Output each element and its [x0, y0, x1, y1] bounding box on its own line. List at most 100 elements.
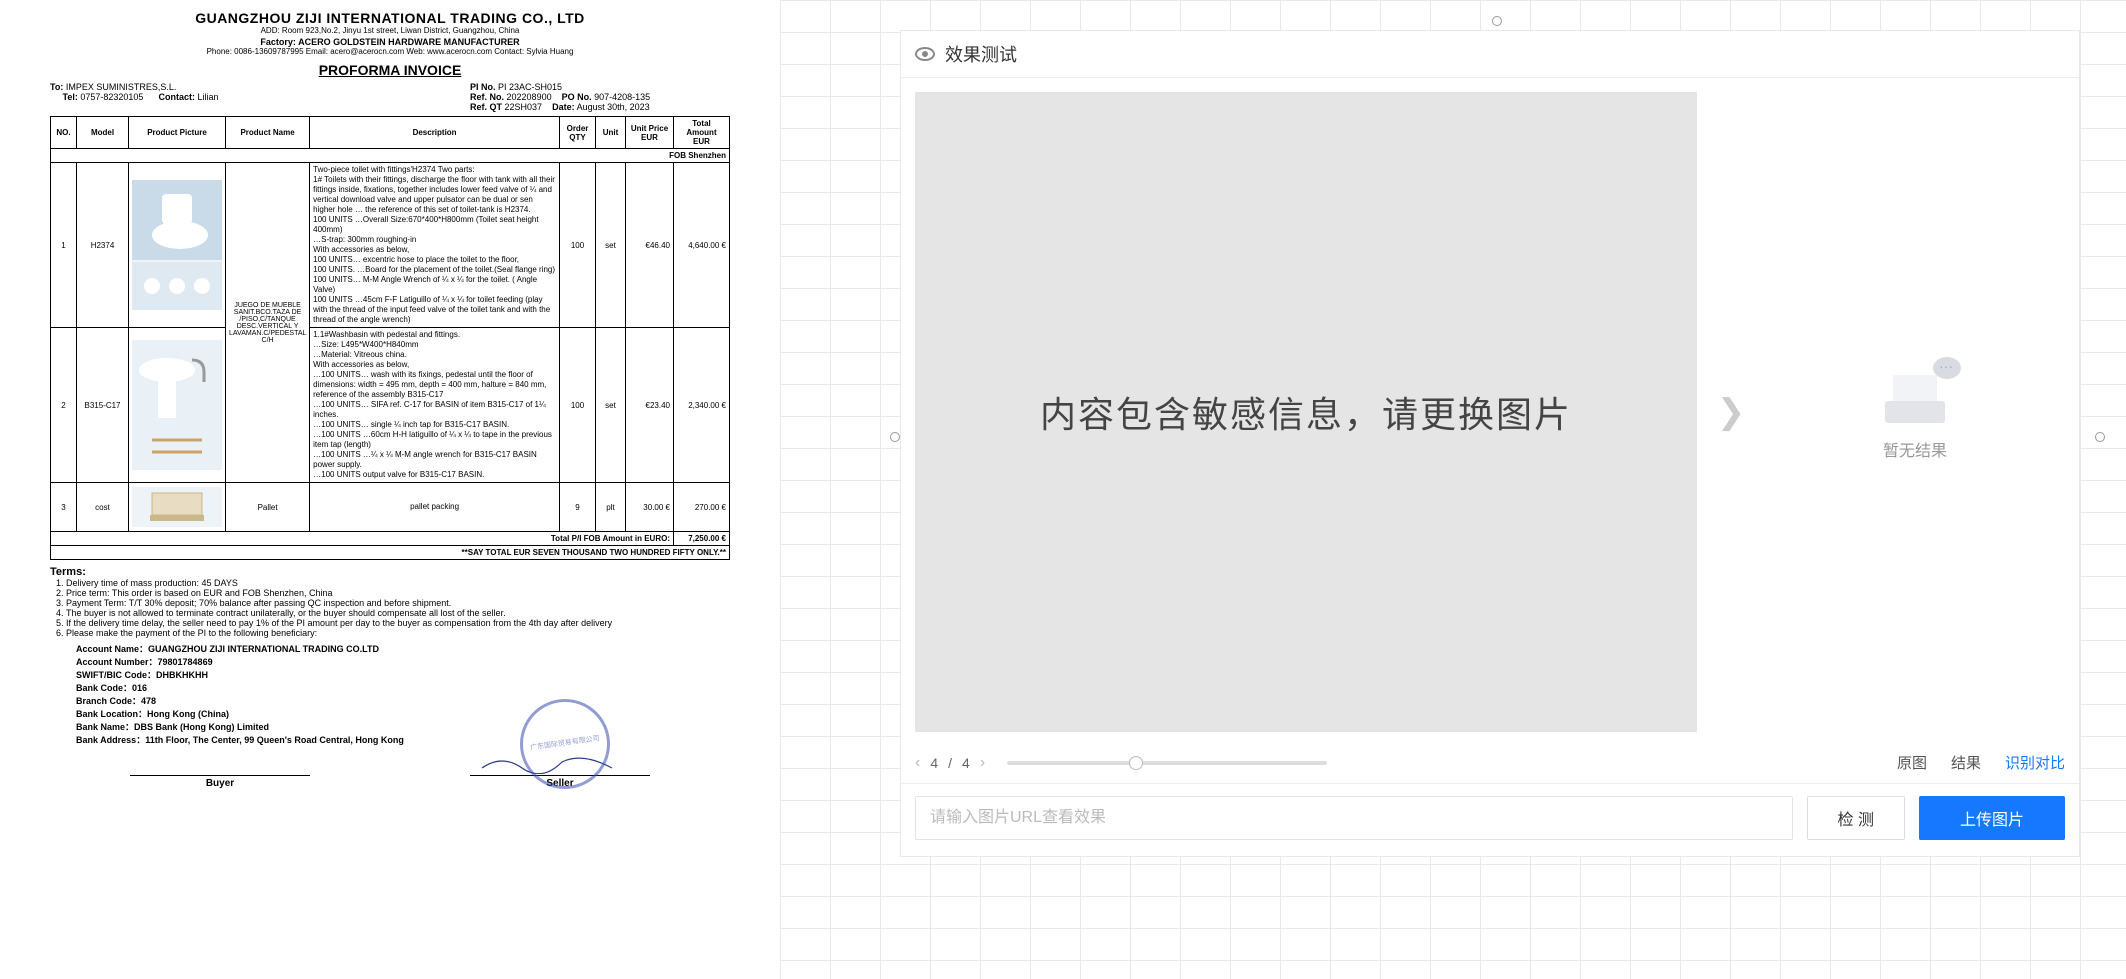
product-image-toilet — [132, 180, 222, 310]
cell-model: B315-C17 — [77, 328, 129, 483]
cell-amount: 2,340.00 € — [674, 328, 730, 483]
th-amount: Total Amount EUR — [674, 117, 730, 149]
bank-label: Bank Code： — [76, 683, 132, 693]
cell-model: cost — [77, 483, 129, 532]
tel-label: Tel: — [63, 92, 78, 102]
term-item: Delivery time of mass production: 45 DAY… — [66, 578, 730, 588]
cell-pic — [129, 163, 226, 328]
cell-amount: 270.00 € — [674, 483, 730, 532]
bank-value: DHBKHKHH — [156, 670, 208, 680]
page-next-icon[interactable]: › — [980, 754, 985, 772]
cell-no: 3 — [51, 483, 77, 532]
cell-desc: 1.1#Washbasin with pedestal and fittings… — [310, 328, 560, 483]
pi-no-label: PI No. — [470, 82, 496, 92]
term-item: If the delivery time delay, the seller n… — [66, 618, 730, 628]
th-price: Unit Price EUR — [626, 117, 674, 149]
table-row: 3 cost Pallet pallet packing 9 plt 30.00… — [51, 483, 730, 532]
cell-desc: Two-piece toilet with fittings'H2374 Two… — [310, 163, 560, 328]
pi-no-value: PI 23AC-SH015 — [498, 82, 562, 92]
th-desc: Description — [310, 117, 560, 149]
bank-label: Account Name： — [76, 644, 148, 654]
term-item: Please make the payment of the PI to the… — [66, 628, 730, 638]
total-value: 7,250.00 € — [674, 532, 730, 546]
term-item: The buyer is not allowed to terminate co… — [66, 608, 730, 618]
cell-pic — [129, 483, 226, 532]
cell-price: 30.00 € — [626, 483, 674, 532]
page-total: 4 — [962, 755, 970, 771]
detect-button[interactable]: 检 测 — [1807, 796, 1905, 840]
next-arrow-icon[interactable]: ❯ — [1711, 92, 1751, 732]
cell-price: €23.40 — [626, 328, 674, 483]
canvas-handle[interactable] — [890, 432, 900, 442]
invoice-table: NO. Model Product Picture Product Name D… — [50, 116, 730, 560]
th-qty: Order QTY — [560, 117, 596, 149]
cell-amount: 4,640.00 € — [674, 163, 730, 328]
image-url-input[interactable] — [915, 796, 1793, 840]
preview-message: 内容包含敏感信息，请更换图片 — [1040, 386, 1572, 438]
buyer-label: Buyer — [206, 778, 234, 789]
th-name: Product Name — [226, 117, 310, 149]
bank-value: 79801784869 — [158, 657, 213, 667]
bank-label: Account Number： — [76, 657, 158, 667]
tel-value: 0757-82320105 — [80, 92, 143, 102]
cell-qty: 100 — [560, 163, 596, 328]
bank-value: 478 — [141, 696, 156, 706]
th-model: Model — [77, 117, 129, 149]
bank-label: Bank Address： — [76, 735, 145, 745]
company-address: ADD: Room 923,No.2, Jinyu 1st street, Li… — [50, 26, 730, 35]
to-label: To: — [50, 82, 63, 92]
terms-header: Terms: — [50, 566, 730, 578]
to-value: IMPEX SUMINISTRES,S.L. — [66, 82, 177, 92]
canvas-handle[interactable] — [1492, 16, 1502, 26]
page-current: 4 — [930, 755, 938, 771]
buyer-signature: Buyer — [130, 752, 310, 789]
cell-no: 1 — [51, 163, 77, 328]
no-result-text: 暂无结果 — [1883, 437, 1947, 461]
th-no: NO. — [51, 117, 77, 149]
contact-value: Lilian — [197, 92, 218, 102]
table-row: 1 H2374 JUEGO DE MUEBLE SANIT.BCO.TAZA D… — [51, 163, 730, 328]
cell-name: Pallet — [226, 483, 310, 532]
bank-value: DBS Bank (Hong Kong) Limited — [134, 722, 269, 732]
ref-qt-label: Ref. QT — [470, 102, 502, 112]
cell-no: 2 — [51, 328, 77, 483]
th-unit: Unit — [596, 117, 626, 149]
effect-test-panel: 效果测试 内容包含敏感信息，请更换图片 ❯ 暂无结果 ‹ 4 / 4 › 原图 … — [900, 30, 2080, 857]
page-sep: / — [948, 755, 952, 771]
company-name: GUANGZHOU ZIJI INTERNATIONAL TRADING CO.… — [50, 10, 730, 26]
cell-qty: 9 — [560, 483, 596, 532]
eye-icon — [915, 47, 935, 61]
product-image-pallet — [132, 487, 222, 527]
ref-qt-value: 22SH037 — [505, 102, 543, 112]
fob-line: FOB Shenzhen — [51, 149, 730, 163]
empty-result-icon — [1875, 363, 1955, 423]
bank-label: SWIFT/BIC Code： — [76, 670, 156, 680]
tab-original[interactable]: 原图 — [1897, 752, 1927, 773]
cell-price: €46.40 — [626, 163, 674, 328]
total-words: **SAY TOTAL EUR SEVEN THOUSAND TWO HUNDR… — [51, 546, 730, 560]
tab-compare[interactable]: 识别对比 — [2005, 752, 2065, 773]
date-value: August 30th, 2023 — [577, 102, 650, 112]
po-no-value: 907-4208-135 — [594, 92, 650, 102]
page-prev-icon[interactable]: ‹ — [915, 754, 920, 772]
bank-value: 016 — [132, 683, 147, 693]
company-contacts: Phone: 0086-13609787995 Email: acero@ace… — [50, 47, 730, 56]
tab-result[interactable]: 结果 — [1951, 752, 1981, 773]
po-no-label: PO No. — [562, 92, 592, 102]
term-item: Price term: This order is based on EUR a… — [66, 588, 730, 598]
image-preview: 内容包含敏感信息，请更换图片 — [915, 92, 1697, 732]
bank-value: 11th Floor, The Center, 99 Queen's Road … — [145, 735, 404, 745]
stamp-text: 广东国际贸易有限公司 — [530, 735, 600, 752]
slider-thumb[interactable] — [1129, 756, 1143, 770]
zoom-slider[interactable] — [1007, 761, 1327, 765]
bank-label: Bank Name： — [76, 722, 134, 732]
terms-block: Terms: Delivery time of mass production:… — [50, 566, 730, 746]
total-label: Total P/I FOB Amount in EURO: — [51, 532, 674, 546]
cell-unit: set — [596, 328, 626, 483]
invoice-title: PROFORMA INVOICE — [50, 62, 730, 78]
upload-button[interactable]: 上传图片 — [1919, 796, 2065, 840]
cell-name: JUEGO DE MUEBLE SANIT.BCO.TAZA DE /PISO,… — [226, 163, 310, 483]
canvas-handle[interactable] — [2095, 432, 2105, 442]
contact-label: Contact: — [158, 92, 195, 102]
th-pic: Product Picture — [129, 117, 226, 149]
